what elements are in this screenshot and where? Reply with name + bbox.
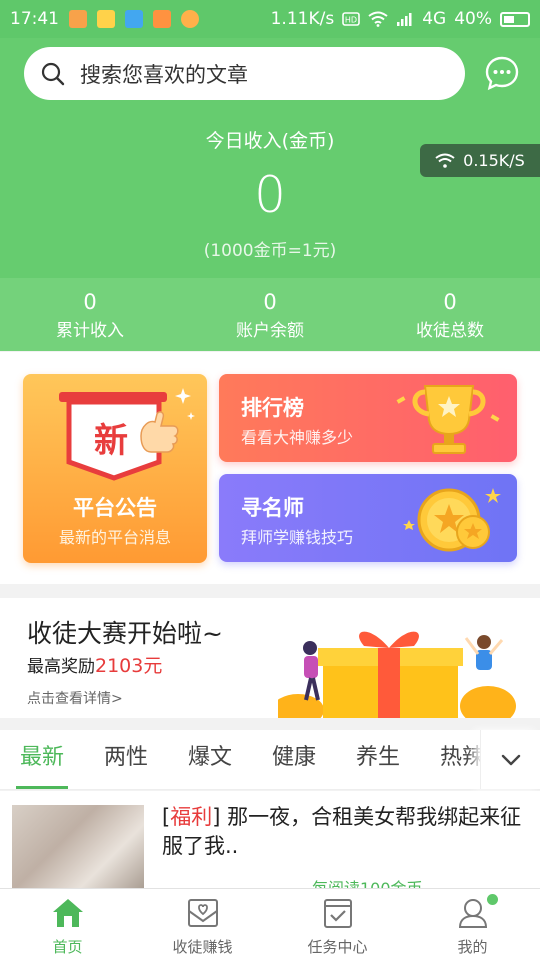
home-icon (52, 899, 83, 927)
announcement-card[interactable]: 新 平台公告 最新的平台消息 (23, 374, 207, 563)
more-tabs-button[interactable] (480, 730, 540, 789)
feature-cards: 新 平台公告 最新的平台消息 排行榜 看看大神赚多少 寻名师 拜师学赚钱技巧 (0, 352, 540, 584)
header: 搜索您喜欢的文章 今日收入(金币) 0 (1000金币=1元) 0.15K/S (0, 38, 540, 278)
status-bar: 17:41 1.11K/s HD 4G 40% (0, 0, 540, 38)
gold-coins-icon (403, 488, 501, 552)
mentor-subtitle: 拜师学赚钱技巧 (241, 528, 354, 547)
search-bar[interactable]: 搜索您喜欢的文章 (24, 47, 465, 100)
contest-title: 收徒大赛开始啦~ (27, 619, 223, 648)
leaderboard-subtitle: 看看大神赚多少 (241, 428, 354, 447)
battery-percent: 40% (454, 9, 492, 29)
tab-wellness[interactable]: 养生 (336, 730, 420, 789)
chevron-down-icon (501, 754, 520, 765)
battery-icon (500, 11, 530, 27)
tab-viral[interactable]: 爆文 (168, 730, 252, 789)
network-speed-badge[interactable]: 0.15K/S (420, 144, 540, 177)
stat-value: 0 (443, 290, 457, 314)
article-headline: [福利] 那一夜，合租美女帮我绑起来征服了我.. (162, 805, 522, 858)
mentor-title: 寻名师 (241, 496, 304, 520)
notification-clock-icon (181, 10, 199, 28)
notification-browser-icon (153, 10, 171, 28)
stat-total-income[interactable]: 0 累计收入 (0, 278, 180, 351)
announcement-subtitle: 最新的平台消息 (58, 528, 171, 547)
article-title: 那一夜，合租美女帮我绑起来征服了我.. (162, 805, 522, 858)
mentor-card[interactable]: 寻名师 拜师学赚钱技巧 (219, 474, 517, 562)
notification-app-icon (69, 10, 87, 28)
new-banner-icon: 新 (59, 388, 195, 481)
search-icon (41, 62, 65, 85)
exchange-rate: (1000金币=1元) (203, 241, 337, 261)
leaderboard-title: 排行榜 (241, 396, 304, 420)
contest-detail-link[interactable]: 点击查看详情> (27, 688, 123, 708)
nav-tasks[interactable]: 任务中心 (270, 889, 405, 960)
hd-icon: HD (342, 12, 361, 26)
nav-label: 收徒赚钱 (172, 938, 233, 956)
tab-health[interactable]: 健康 (252, 730, 336, 789)
task-check-icon (323, 899, 352, 928)
contest-prize: 最高奖励2103元 (27, 651, 162, 678)
nav-label: 我的 (457, 938, 488, 956)
stat-value: 0 (263, 290, 277, 314)
article-thumbnail (12, 805, 144, 889)
search-placeholder: 搜索您喜欢的文章 (80, 62, 248, 87)
network-type: 4G (422, 9, 447, 29)
notification-screen-icon (125, 10, 143, 28)
user-icon (458, 899, 487, 928)
stat-balance[interactable]: 0 账户余额 (180, 278, 360, 351)
notification-dot (487, 894, 498, 905)
new-badge-text: 新 (94, 421, 128, 461)
nav-label: 任务中心 (307, 938, 368, 956)
category-tabs: 最新 两性 爆文 健康 养生 热辣 (0, 730, 540, 790)
article-tag: 福利 (170, 805, 213, 829)
envelope-heart-icon (187, 899, 218, 927)
status-time: 17:41 (10, 9, 59, 29)
network-speed: 1.11K/s (270, 9, 335, 29)
tab-relationships[interactable]: 两性 (84, 730, 168, 789)
article-item[interactable]: [福利] 那一夜，合租美女帮我绑起来征服了我.. 每阅读100金币 (0, 791, 540, 889)
notification-chat-icon (97, 10, 115, 28)
trophy-icon (396, 385, 500, 454)
leaderboard-card[interactable]: 排行榜 看看大神赚多少 (219, 374, 517, 462)
wifi-icon (368, 11, 388, 27)
stat-value: 0 (83, 290, 97, 314)
stat-label: 累计收入 (56, 321, 124, 341)
prize-label: 最高奖励 (27, 657, 95, 677)
gift-box-illustration (278, 631, 516, 718)
signal-icon (397, 13, 412, 26)
nav-recruit[interactable]: 收徒赚钱 (135, 889, 270, 960)
bottom-nav: 首页 收徒赚钱 任务中心 我的 (0, 888, 540, 960)
tab-latest[interactable]: 最新 (0, 730, 84, 789)
contest-banner[interactable]: 收徒大赛开始啦~ 最高奖励2103元 点击查看详情> (0, 598, 540, 718)
stat-label: 账户余额 (236, 321, 304, 341)
svg-text:HD: HD (345, 16, 357, 25)
speed-value: 0.15K/S (463, 151, 525, 170)
article-reward: 每阅读100金币 (312, 879, 423, 889)
wifi-icon (435, 153, 455, 168)
nav-profile[interactable]: 我的 (405, 889, 540, 960)
nav-label: 首页 (52, 938, 83, 956)
prize-amount: 2103元 (95, 655, 163, 677)
nav-home[interactable]: 首页 (0, 889, 135, 960)
stat-label: 收徒总数 (416, 321, 484, 341)
announcement-title: 平台公告 (73, 496, 157, 520)
stat-disciples[interactable]: 0 收徒总数 (360, 278, 540, 351)
message-icon[interactable] (484, 55, 520, 91)
stats-row: 0 累计收入 0 账户余额 0 收徒总数 (0, 278, 540, 351)
